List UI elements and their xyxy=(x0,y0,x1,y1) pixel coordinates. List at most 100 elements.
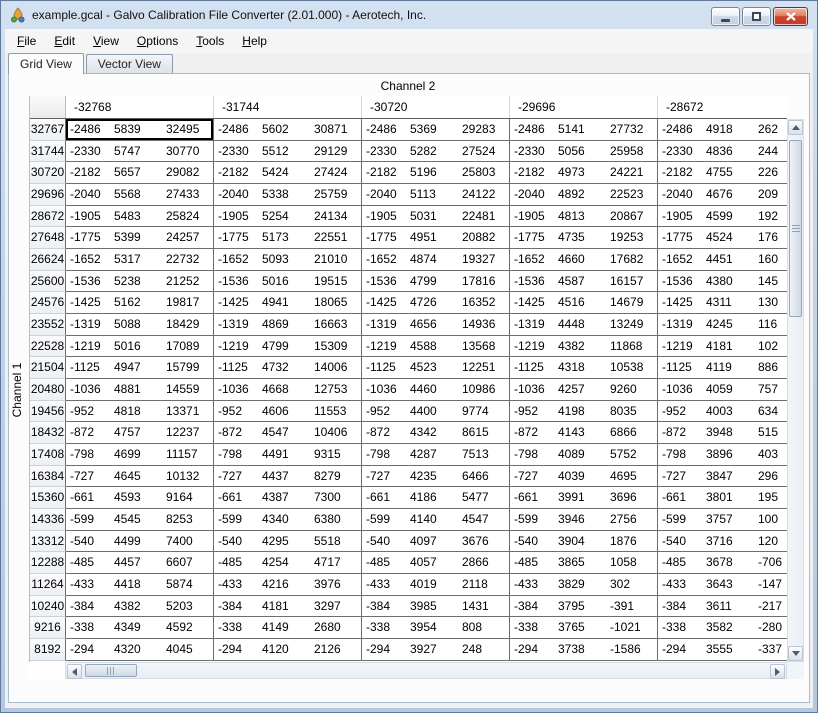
scroll-down-button[interactable] xyxy=(788,646,803,661)
grid-cell[interactable]: -15364380145 xyxy=(658,271,787,293)
grid-cell[interactable]: -2182519625803 xyxy=(362,162,510,184)
column-header[interactable]: -32768 xyxy=(66,96,214,118)
row-header[interactable]: 31744 xyxy=(30,141,66,163)
grid-cell[interactable]: -2330505625958 xyxy=(510,141,658,163)
grid-cell[interactable]: -9524003634 xyxy=(658,401,787,423)
grid-cell[interactable]: -2486560230871 xyxy=(214,119,362,141)
maximize-button[interactable] xyxy=(742,7,771,26)
grid-cell[interactable]: -2182565729082 xyxy=(66,162,214,184)
grid-cell[interactable]: -1319508818429 xyxy=(66,314,214,336)
grid-cell[interactable]: -38441813297 xyxy=(214,596,362,618)
grid-cell[interactable]: -12194181102 xyxy=(658,336,787,358)
grid-cell[interactable]: -23304836244 xyxy=(658,141,787,163)
grid-cell[interactable]: -95241988035 xyxy=(510,401,658,423)
row-header[interactable]: 12288 xyxy=(30,552,66,574)
grid-cell[interactable]: -1319486916663 xyxy=(214,314,362,336)
grid-cell[interactable]: -5403716120 xyxy=(658,531,787,553)
grid-cell[interactable]: -2486536929283 xyxy=(362,119,510,141)
grid-cell[interactable]: -1036466812753 xyxy=(214,379,362,401)
grid-cell[interactable]: -1425472616352 xyxy=(362,292,510,314)
row-header[interactable]: 15360 xyxy=(30,487,66,509)
grid-cell[interactable]: -3383954808 xyxy=(362,617,510,639)
grid-cell[interactable]: -17754524176 xyxy=(658,227,787,249)
grid-cell[interactable]: -87241436866 xyxy=(510,422,658,444)
grid-cell[interactable]: -4333643-147 xyxy=(658,574,787,596)
scroll-right-button[interactable] xyxy=(770,664,785,679)
grid-cell[interactable]: -1125452312251 xyxy=(362,357,510,379)
row-header[interactable]: 16384 xyxy=(30,466,66,488)
grid-cell[interactable]: -1652466017682 xyxy=(510,249,658,271)
scroll-left-button[interactable] xyxy=(67,664,82,679)
grid-cell[interactable]: -54044997400 xyxy=(66,531,214,553)
grid-cell[interactable]: -72740394695 xyxy=(510,466,658,488)
grid-cell[interactable]: -1319465614936 xyxy=(362,314,510,336)
grid-cell[interactable]: -1219458813568 xyxy=(362,336,510,358)
grid-cell[interactable]: -7983896403 xyxy=(658,444,787,466)
tab-grid-view[interactable]: Grid View xyxy=(8,53,84,74)
grid-cell[interactable]: -7273847296 xyxy=(658,466,787,488)
grid-cell[interactable]: -727464510132 xyxy=(66,466,214,488)
grid-cell[interactable]: -19054599192 xyxy=(658,206,787,228)
grid-cell[interactable]: -54042955518 xyxy=(214,531,362,553)
grid-cell[interactable]: -952460611553 xyxy=(214,401,362,423)
grid-cell[interactable]: -48538651058 xyxy=(510,552,658,574)
column-header[interactable]: -30720 xyxy=(362,96,510,118)
grid-cell[interactable]: -29441202126 xyxy=(214,639,362,661)
grid-cell[interactable]: -1219501617089 xyxy=(66,336,214,358)
row-header[interactable]: 30720 xyxy=(30,162,66,184)
grid-cell[interactable]: -1775495120882 xyxy=(362,227,510,249)
grid-cell[interactable]: -798469911157 xyxy=(66,444,214,466)
grid-cell[interactable]: -48542544717 xyxy=(214,552,362,574)
grid-cell[interactable]: -103642579260 xyxy=(510,379,658,401)
grid-cell[interactable]: -79844919315 xyxy=(214,444,362,466)
grid-cell[interactable]: -1425494118065 xyxy=(214,292,362,314)
row-header[interactable]: 28672 xyxy=(30,206,66,228)
grid-cell[interactable]: -1319444813249 xyxy=(510,314,658,336)
grid-cell[interactable]: -10364059757 xyxy=(658,379,787,401)
grid-cell[interactable]: -1536523821252 xyxy=(66,271,214,293)
grid-cell[interactable]: -1036446010986 xyxy=(362,379,510,401)
grid-cell[interactable]: -1536501619515 xyxy=(214,271,362,293)
grid-cell[interactable]: -2486514127732 xyxy=(510,119,658,141)
grid-cell[interactable]: -79840895752 xyxy=(510,444,658,466)
grid-cell[interactable]: -5993757100 xyxy=(658,509,787,531)
grid-cell[interactable]: -66139913696 xyxy=(510,487,658,509)
grid-cell[interactable]: -3843795-391 xyxy=(510,596,658,618)
grid-cell[interactable]: -72744378279 xyxy=(214,466,362,488)
grid-cell[interactable]: -1036488114559 xyxy=(66,379,214,401)
row-header[interactable]: 11264 xyxy=(30,574,66,596)
grid-cell[interactable]: -66141865477 xyxy=(362,487,510,509)
row-header[interactable]: 10240 xyxy=(30,596,66,618)
row-header[interactable]: 9216 xyxy=(30,617,66,639)
grid-cell[interactable]: -3383582-280 xyxy=(658,617,787,639)
row-header[interactable]: 21504 xyxy=(30,357,66,379)
grid-cell[interactable]: -1219479915309 xyxy=(214,336,362,358)
row-header[interactable]: 19456 xyxy=(30,401,66,423)
titlebar[interactable]: example.gcal - Galvo Calibration File Co… xyxy=(1,1,817,29)
grid-cell[interactable]: -2943738-1586 xyxy=(510,639,658,661)
grid-cell[interactable]: -13194245116 xyxy=(658,314,787,336)
grid-cell[interactable]: -1125494715799 xyxy=(66,357,214,379)
grid-cell[interactable]: -2182542427424 xyxy=(214,162,362,184)
grid-cell[interactable]: -59945458253 xyxy=(66,509,214,531)
grid-cell[interactable]: -20404676209 xyxy=(658,184,787,206)
grid-cell[interactable]: -1775517322551 xyxy=(214,227,362,249)
grid-cell[interactable]: -2040533825759 xyxy=(214,184,362,206)
menu-item-edit[interactable]: Edit xyxy=(45,31,84,51)
grid-cell[interactable]: -1125473214006 xyxy=(214,357,362,379)
grid-cell[interactable]: -48544576607 xyxy=(66,552,214,574)
grid-cell[interactable]: -29443204045 xyxy=(66,639,214,661)
grid-cell[interactable]: -1536479917816 xyxy=(362,271,510,293)
vertical-scrollbar[interactable] xyxy=(787,119,804,662)
row-header[interactable]: 8192 xyxy=(30,639,66,661)
close-button[interactable] xyxy=(773,7,808,26)
grid-cell[interactable]: -952481813371 xyxy=(66,401,214,423)
vertical-scrollbar-thumb[interactable] xyxy=(789,140,802,317)
column-header[interactable]: -28672 xyxy=(658,96,787,118)
row-header[interactable]: 27648 xyxy=(30,227,66,249)
grid-cell[interactable]: -4333829302 xyxy=(510,574,658,596)
grid-cell[interactable]: -1536458716157 xyxy=(510,271,658,293)
grid-cell[interactable]: -43344185874 xyxy=(66,574,214,596)
grid-cell[interactable]: -3383765-1021 xyxy=(510,617,658,639)
row-header[interactable]: 23552 xyxy=(30,314,66,336)
